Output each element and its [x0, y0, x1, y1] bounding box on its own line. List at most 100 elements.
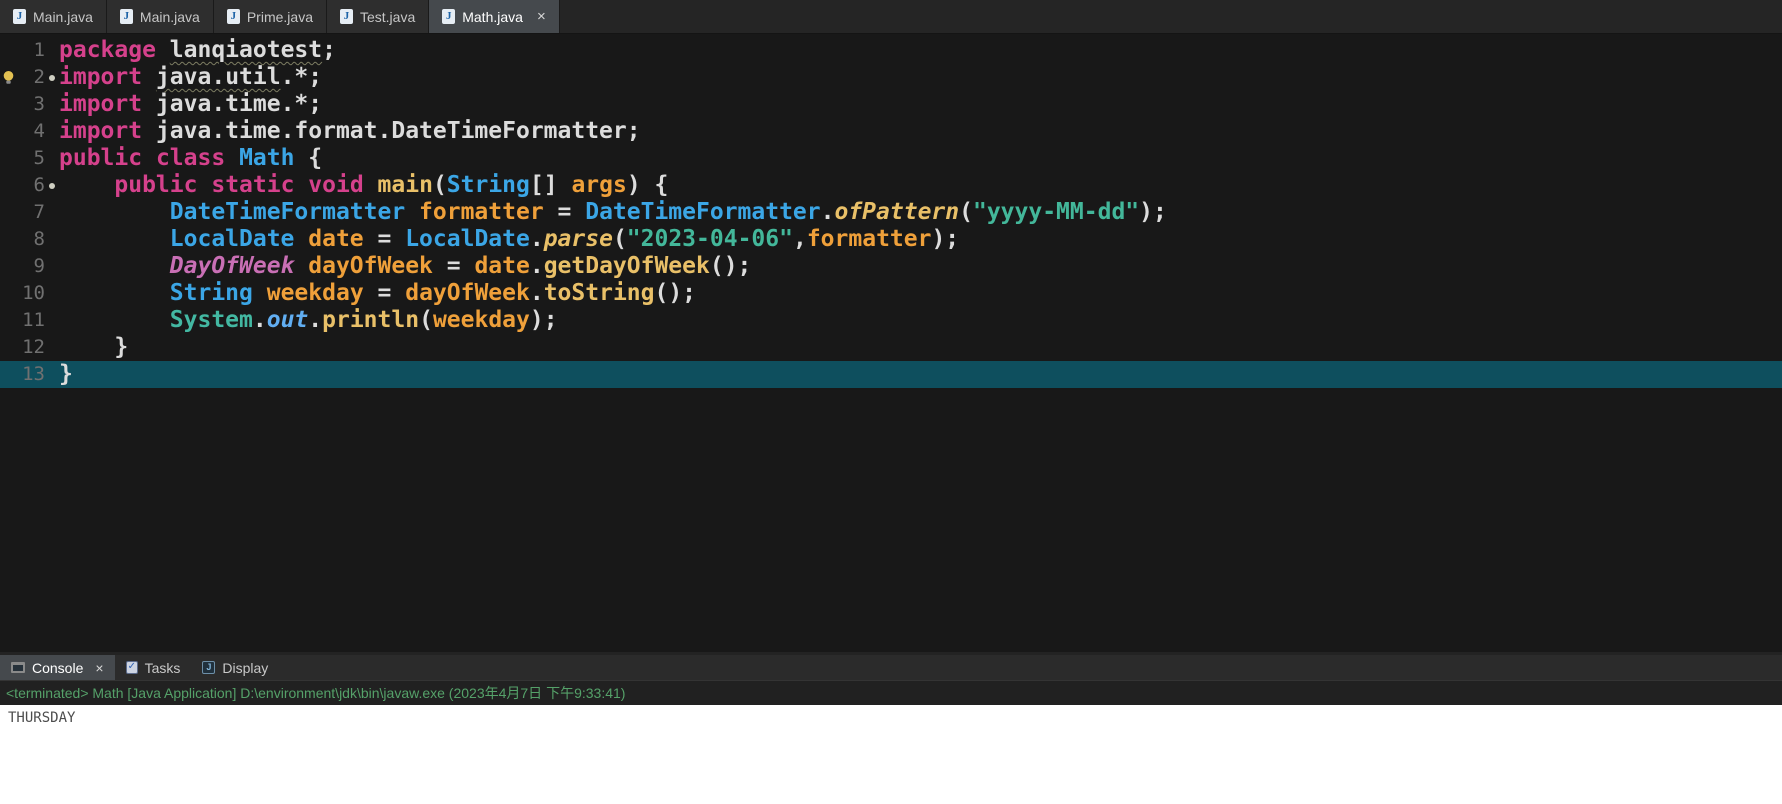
code-text: String weekday = dayOfWeek.toString();	[59, 280, 1782, 307]
code-token	[197, 172, 211, 198]
code-line-6[interactable]: 6 public static void main(String[] args)…	[0, 172, 1782, 199]
gutter: 10	[0, 280, 59, 307]
editor-tab-main-java-0[interactable]: JMain.java	[0, 0, 107, 33]
code-line-7[interactable]: 7 DateTimeFormatter formatter = DateTime…	[0, 199, 1782, 226]
code-token	[59, 253, 170, 279]
code-token	[142, 64, 156, 90]
code-line-13[interactable]: 13}	[0, 361, 1782, 388]
code-token: ();	[654, 280, 696, 306]
line-number: 7	[34, 199, 45, 226]
editor-tab-main-java-1[interactable]: J Main.java	[107, 0, 214, 33]
code-token: );	[1139, 199, 1167, 225]
code-token: dayOfWeek	[405, 280, 530, 306]
code-token: String	[447, 172, 530, 198]
code-token: dayOfWeek	[308, 253, 433, 279]
code-token: toString	[544, 280, 655, 306]
code-token	[59, 280, 170, 306]
code-token: println	[322, 307, 419, 333]
close-console-icon[interactable]: ×	[95, 660, 103, 676]
console-tab-console[interactable]: Console×	[0, 655, 115, 680]
code-line-5[interactable]: 5public class Math {	[0, 145, 1782, 172]
warning-bulb-icon[interactable]	[2, 70, 15, 85]
java-file-icon: J	[442, 9, 455, 24]
code-token: weekday	[433, 307, 530, 333]
code-token: (	[959, 199, 973, 225]
editor-tab-prime-java-2[interactable]: JPrime.java	[214, 0, 327, 33]
code-line-10[interactable]: 10 String weekday = dayOfWeek.toString()…	[0, 280, 1782, 307]
code-token: DayOfWeek	[170, 253, 295, 279]
close-tab-icon[interactable]: ×	[537, 9, 546, 24]
code-token: date	[474, 253, 529, 279]
code-line-2[interactable]: 2 import java.util.*;	[0, 64, 1782, 91]
code-token	[59, 199, 170, 225]
gutter: 2	[0, 64, 59, 91]
code-token	[225, 145, 239, 171]
line-number: 2	[34, 64, 45, 91]
code-editor[interactable]: 1package lanqiaotest;2 import java.util.*…	[0, 34, 1782, 652]
code-token: ofPattern	[834, 199, 959, 225]
code-line-1[interactable]: 1package lanqiaotest;	[0, 37, 1782, 64]
code-token: =	[364, 280, 406, 306]
code-token: weekday	[267, 280, 364, 306]
line-number: 13	[22, 361, 45, 388]
code-line-11[interactable]: 11 System.out.println(weekday);	[0, 307, 1782, 334]
code-token: );	[530, 307, 558, 333]
code-token: =	[433, 253, 475, 279]
gutter: 4	[0, 118, 59, 145]
code-token: parse	[544, 226, 613, 252]
line-number: 9	[34, 253, 45, 280]
code-line-4[interactable]: 4import java.time.format.DateTimeFormatt…	[0, 118, 1782, 145]
code-token: ,	[793, 226, 807, 252]
code-token: java.time.format.DateTimeFormatter;	[142, 118, 641, 144]
code-text: }	[59, 361, 1782, 388]
code-token: .	[530, 280, 544, 306]
code-text: DayOfWeek dayOfWeek = date.getDayOfWeek(…	[59, 253, 1782, 280]
code-token: .	[530, 253, 544, 279]
code-token	[294, 226, 308, 252]
line-number: 1	[34, 37, 45, 64]
code-token: }	[59, 361, 73, 387]
code-token: class	[156, 145, 225, 171]
code-token: static	[211, 172, 294, 198]
line-number: 8	[34, 226, 45, 253]
code-token: ;	[322, 37, 336, 63]
code-line-12[interactable]: 12 }	[0, 334, 1782, 361]
gutter: 5	[0, 145, 59, 172]
code-token: (	[433, 172, 447, 198]
editor-tab-label: Prime.java	[247, 9, 313, 25]
line-number: 11	[22, 307, 45, 334]
code-token: import	[59, 64, 142, 90]
gutter: 1	[0, 37, 59, 64]
java-file-icon: J	[340, 9, 353, 24]
java-file-icon: J	[120, 9, 133, 24]
code-token: .*;	[281, 64, 323, 90]
editor-tab-test-java-3[interactable]: JTest.java	[327, 0, 429, 33]
code-token: .	[821, 199, 835, 225]
code-text: import java.util.*;	[59, 64, 1782, 91]
code-token: public	[59, 145, 142, 171]
code-text: DateTimeFormatter formatter = DateTimeFo…	[59, 199, 1782, 226]
console-output[interactable]: THURSDAY	[0, 705, 1782, 804]
editor-tab-label: Math.java	[462, 9, 523, 25]
code-text: public class Math {	[59, 145, 1782, 172]
line-marker-dot	[49, 183, 55, 189]
code-token: date	[308, 226, 363, 252]
code-token: ();	[710, 253, 752, 279]
code-token: (	[613, 226, 627, 252]
console-icon	[11, 662, 25, 673]
editor-tab-math-java-4[interactable]: J Math.java ×	[429, 0, 559, 33]
code-token: Math	[239, 145, 294, 171]
display-icon	[202, 661, 215, 674]
gutter: 7	[0, 199, 59, 226]
code-line-8[interactable]: 8 LocalDate date = LocalDate.parse("2023…	[0, 226, 1782, 253]
console-tab-tasks[interactable]: Tasks	[115, 655, 192, 680]
code-token	[59, 172, 114, 198]
gutter: 3	[0, 91, 59, 118]
editor-tab-label: Main.java	[140, 9, 200, 25]
code-token: }	[59, 334, 128, 360]
console-tab-display[interactable]: Display	[191, 655, 279, 680]
code-token: .	[253, 307, 267, 333]
code-token: getDayOfWeek	[544, 253, 710, 279]
code-line-9[interactable]: 9 DayOfWeek dayOfWeek = date.getDayOfWee…	[0, 253, 1782, 280]
code-line-3[interactable]: 3import java.time.*;	[0, 91, 1782, 118]
